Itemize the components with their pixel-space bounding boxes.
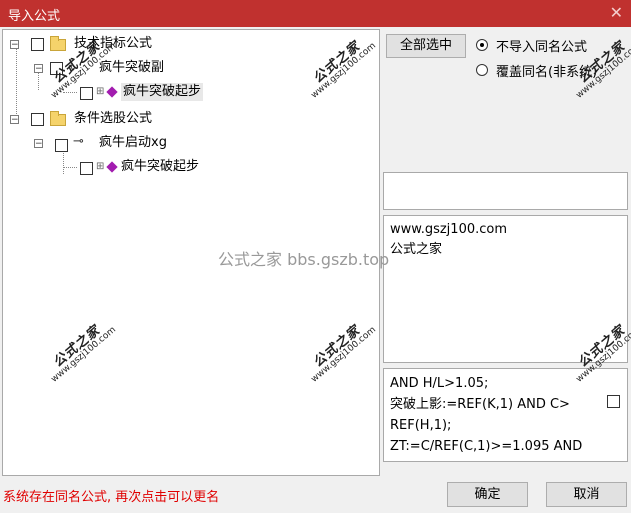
collapse-icon[interactable]: − [10,115,19,125]
tree-node-tech-indicators[interactable]: − 技术指标公式 [3,35,373,53]
tree-node-screener[interactable]: − ⊸ 疯牛启动xg [3,134,373,152]
code-checkbox[interactable] [607,395,620,408]
tree-branch-icon: ⊞ [96,161,105,172]
code-line: REF(H,1); [390,418,452,433]
info-site-name: 公式之家 [390,242,443,257]
tree-node-label: 疯牛突破副 [99,60,165,75]
overwrite-radio[interactable] [476,64,488,76]
tree-node-stock-picking[interactable]: − 条件选股公式 [3,110,373,128]
collapse-icon[interactable]: − [34,139,43,149]
key-icon: ⊸ [73,134,84,149]
code-line: ZT:=C/REF(C,1)>=1.095 AND [390,439,583,454]
tree-node-label: 疯牛突破起步 [121,159,200,174]
ok-button[interactable]: 确定 [447,482,528,507]
tree-checkbox[interactable] [55,139,68,152]
tree-line [63,167,77,168]
window-title: 导入公式 [8,9,61,24]
tree-line [16,44,17,120]
tree-checkbox[interactable] [80,87,93,100]
tree-checkbox[interactable] [31,113,44,126]
collapse-icon[interactable]: − [10,40,19,50]
formula-gem-icon [106,161,118,173]
status-message: 系统存在同名公式, 再次点击可以更名 [3,490,220,505]
close-icon[interactable]: ✕ [610,3,623,22]
select-all-button[interactable]: 全部选中 [386,34,466,58]
code-line: 突破上影:=REF(K,1) AND C> [390,397,570,412]
description-box[interactable] [383,172,628,210]
collapse-icon[interactable]: − [34,64,43,74]
formula-gem-icon [106,86,118,98]
folder-icon [50,111,66,126]
title-bar: 导入公式 ✕ [0,0,631,27]
tree-node-label: 条件选股公式 [74,111,153,126]
tree-node-formula[interactable]: ⊞ 疯牛突破起步 [3,158,373,176]
skip-duplicates-radio[interactable] [476,39,488,51]
tree-checkbox[interactable] [31,38,44,51]
folder-icon [50,36,66,51]
tree-node-label: 疯牛启动xg [99,135,167,150]
info-box[interactable]: www.gszj100.com 公式之家 [383,215,628,363]
center-watermark: 公式之家 bbs.gszb.top [218,250,390,269]
info-url: www.gszj100.com [390,222,508,237]
tree-branch-icon: ⊞ [96,86,105,97]
cancel-button[interactable]: 取消 [546,482,627,507]
formula-code-box[interactable]: AND H/L>1.05; 突破上影:=REF(K,1) AND C> REF(… [383,368,628,462]
tree-node-label: 疯牛突破起步 [121,83,204,101]
skip-duplicates-label[interactable]: 不导入同名公式 [496,36,587,55]
tree-checkbox[interactable] [80,162,93,175]
